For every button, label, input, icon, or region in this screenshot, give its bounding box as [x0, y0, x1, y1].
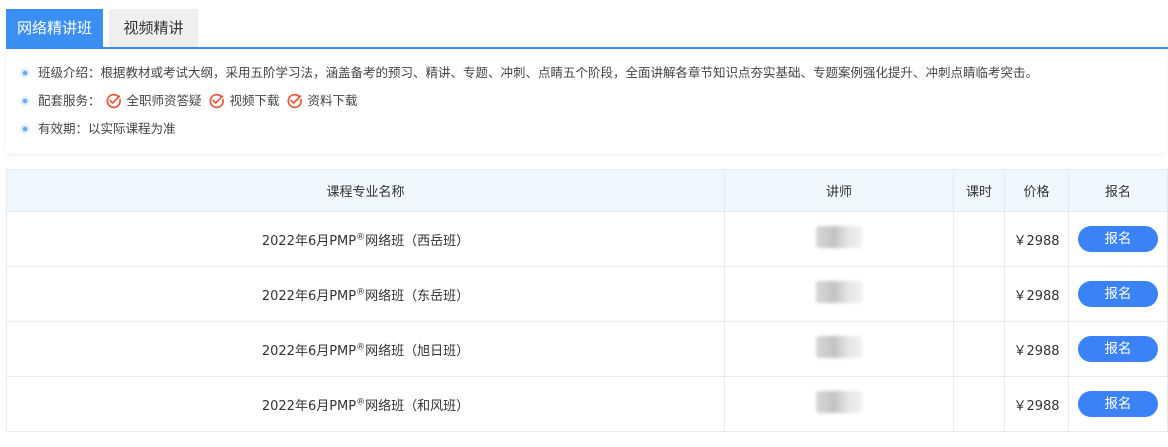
tab-video-class[interactable]: 视频精讲 — [109, 9, 198, 47]
enroll-cell: 报名 — [1068, 321, 1168, 377]
teacher-photo-blurred — [816, 336, 862, 358]
teacher-cell — [724, 321, 954, 377]
services-row: 配套服务： 全职师资答疑 视频下载 资料下载 — [20, 90, 360, 112]
header-course-name: 课程专业名称 — [6, 169, 725, 212]
enroll-button[interactable]: 报名 — [1078, 281, 1158, 307]
registered-mark: ® — [356, 287, 366, 298]
course-name-prefix: 2022年6月PMP — [261, 343, 357, 359]
teacher-cell — [724, 266, 954, 322]
header-teacher: 讲师 — [724, 169, 954, 212]
class-info-panel: 班级介绍：根据教材或考试大纲，采用五阶学习法，涵盖备考的预习、精讲、专题、冲刺、… — [6, 49, 1166, 153]
bullet-icon — [20, 95, 30, 106]
course-table: 课程专业名称 讲师 课时 价格 报名 2022年6月PMP®网络班（西岳班） ￥… — [6, 169, 1168, 432]
teacher-cell — [724, 211, 954, 267]
course-name: 2022年6月PMP®网络班（旭日班） — [6, 321, 725, 377]
teacher-cell — [724, 376, 954, 432]
course-name-prefix: 2022年6月PMP — [261, 398, 357, 414]
course-name: 2022年6月PMP®网络班（东岳班） — [6, 266, 725, 322]
price-cell: ￥2988 — [1004, 211, 1069, 267]
teacher-photo-blurred — [816, 281, 862, 303]
course-name-prefix: 2022年6月PMP — [261, 233, 357, 249]
header-hours: 课时 — [953, 169, 1005, 212]
price-cell: ￥2988 — [1004, 266, 1069, 322]
table-row: 2022年6月PMP®网络班（东岳班） ￥2988 报名 — [6, 266, 1168, 322]
enroll-button[interactable]: 报名 — [1078, 391, 1158, 417]
course-name: 2022年6月PMP®网络班（西岳班） — [6, 211, 725, 267]
service-item: 资料下载 — [286, 90, 358, 112]
service-item: 全职师资答疑 — [105, 90, 202, 112]
course-name-suffix: 网络班（东岳班） — [365, 288, 470, 304]
header-price: 价格 — [1004, 169, 1069, 212]
teacher-photo-blurred — [816, 391, 862, 413]
course-name-suffix: 网络班（西岳班） — [365, 233, 470, 249]
table-header-row: 课程专业名称 讲师 课时 价格 报名 — [6, 169, 1168, 212]
service-label: 视频下载 — [229, 93, 280, 108]
service-label: 全职师资答疑 — [126, 93, 202, 108]
header-enroll: 报名 — [1068, 169, 1168, 212]
course-name-suffix: 网络班（和风班） — [365, 398, 470, 414]
bullet-icon — [20, 123, 30, 134]
enroll-cell: 报名 — [1068, 211, 1168, 267]
intro-row: 班级介绍：根据教材或考试大纲，采用五阶学习法，涵盖备考的预习、精讲、专题、冲刺、… — [20, 62, 1038, 84]
teacher-photo-blurred — [816, 226, 862, 248]
hours-cell — [953, 266, 1005, 322]
check-circle-icon — [287, 93, 302, 109]
validity-row: 有效期：以实际课程为准 — [20, 118, 176, 140]
registered-mark: ® — [356, 342, 366, 353]
tab-network-class[interactable]: 网络精讲班 — [6, 9, 103, 47]
validity-text: 有效期：以实际课程为准 — [38, 121, 176, 136]
table-row: 2022年6月PMP®网络班（西岳班） ￥2988 报名 — [6, 211, 1168, 267]
services-label: 配套服务： — [38, 93, 101, 108]
check-circle-icon — [209, 93, 224, 109]
enroll-cell: 报名 — [1068, 376, 1168, 432]
enroll-button[interactable]: 报名 — [1078, 226, 1158, 252]
table-row: 2022年6月PMP®网络班（旭日班） ￥2988 报名 — [6, 321, 1168, 377]
check-circle-icon — [106, 93, 121, 109]
course-tabs: 网络精讲班 视频精讲 — [6, 9, 1168, 48]
hours-cell — [953, 321, 1005, 377]
price-cell: ￥2988 — [1004, 321, 1069, 377]
hours-cell — [953, 211, 1005, 267]
course-name-suffix: 网络班（旭日班） — [365, 343, 470, 359]
service-item: 视频下载 — [208, 90, 280, 112]
registered-mark: ® — [356, 397, 366, 408]
registered-mark: ® — [356, 232, 366, 243]
price-cell: ￥2988 — [1004, 376, 1069, 432]
intro-text: 班级介绍：根据教材或考试大纲，采用五阶学习法，涵盖备考的预习、精讲、专题、冲刺、… — [38, 65, 1039, 80]
table-row: 2022年6月PMP®网络班（和风班） ￥2988 报名 — [6, 376, 1168, 432]
enroll-button[interactable]: 报名 — [1078, 336, 1158, 362]
course-name-prefix: 2022年6月PMP — [261, 288, 357, 304]
course-name: 2022年6月PMP®网络班（和风班） — [6, 376, 725, 432]
service-label: 资料下载 — [307, 93, 358, 108]
bullet-icon — [20, 67, 30, 78]
enroll-cell: 报名 — [1068, 266, 1168, 322]
hours-cell — [953, 376, 1005, 432]
